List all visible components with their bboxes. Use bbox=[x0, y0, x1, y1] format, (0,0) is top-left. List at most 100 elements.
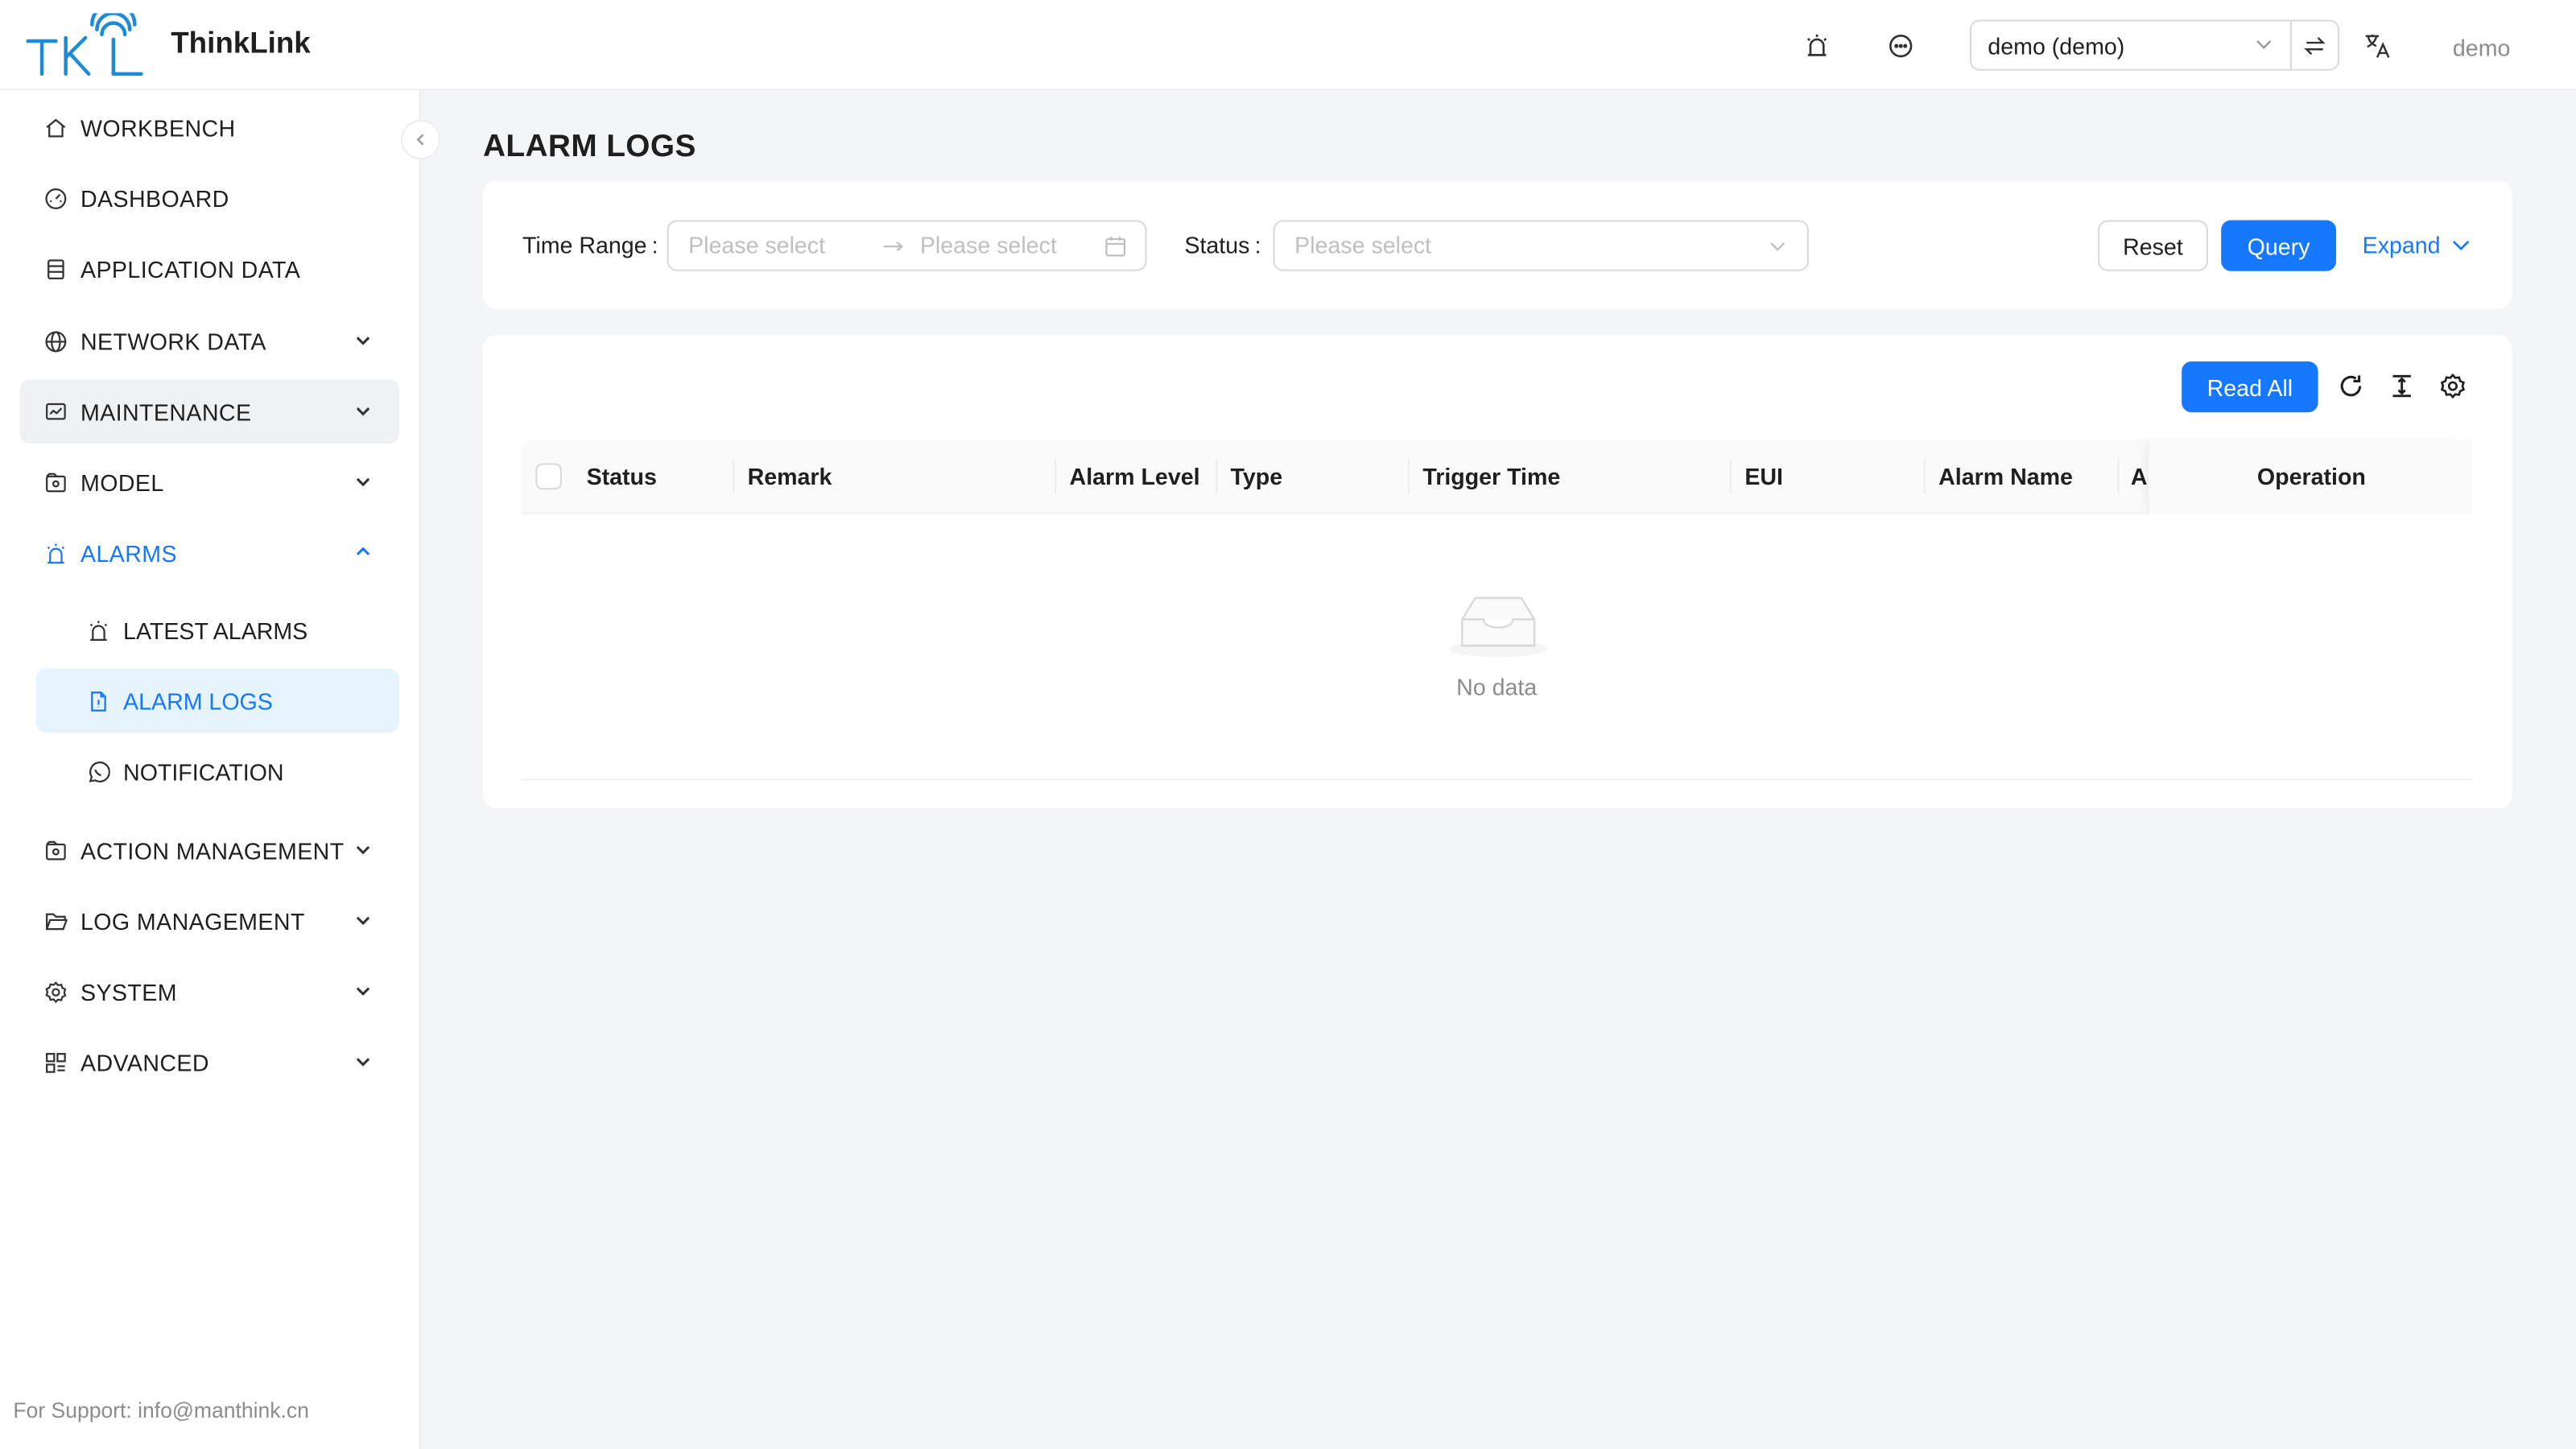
column-header-alarm-name[interactable]: Alarm Name bbox=[1938, 464, 2073, 490]
arrow-right-icon bbox=[883, 242, 904, 252]
reset-button[interactable]: Reset bbox=[2098, 220, 2208, 271]
column-height-icon[interactable] bbox=[2387, 371, 2417, 401]
translate-icon[interactable] bbox=[2361, 30, 2394, 63]
table-card: Read All Status Remark Alarm Level Type … bbox=[482, 335, 2512, 809]
page-title: ALARM LOGS bbox=[482, 130, 696, 165]
sidebar-subitem-latest-alarms[interactable]: LATEST ALARMS bbox=[36, 598, 399, 663]
read-all-button[interactable]: Read All bbox=[2182, 361, 2318, 413]
whatsapp-icon bbox=[87, 760, 110, 783]
column-divider bbox=[1729, 458, 1732, 495]
column-header-alarm-level[interactable]: Alarm Level bbox=[1070, 464, 1200, 490]
column-header-remark[interactable]: Remark bbox=[748, 464, 832, 490]
sidebar-item-label: ALARMS bbox=[80, 539, 177, 567]
sidebar-item-log-management[interactable]: LOG MANAGEMENT bbox=[19, 889, 398, 953]
chevron-down-icon bbox=[356, 987, 370, 996]
filter-card: Time Range: Please select Please select … bbox=[482, 180, 2512, 309]
sidebar-item-label: APPLICATION DATA bbox=[80, 255, 301, 282]
empty-inbox-icon bbox=[1448, 597, 1548, 658]
status-select[interactable]: Please select bbox=[1273, 220, 1809, 271]
sidebar-item-action-management[interactable]: ACTION MANAGEMENT bbox=[19, 818, 398, 882]
sidebar-item-label: LATEST ALARMS bbox=[123, 617, 308, 643]
column-header-trigger-time[interactable]: Trigger Time bbox=[1422, 464, 1560, 490]
alarm-icon bbox=[87, 618, 110, 642]
calendar-icon bbox=[1105, 236, 1126, 257]
column-header-status[interactable]: Status bbox=[587, 464, 657, 490]
sidebar-item-workbench[interactable]: WORKBENCH bbox=[19, 95, 398, 159]
expand-button[interactable]: Expand bbox=[2363, 232, 2472, 258]
file-icon bbox=[87, 689, 110, 712]
sidebar-item-application-data[interactable]: APPLICATION DATA bbox=[19, 237, 398, 301]
maintenance-icon bbox=[44, 400, 68, 423]
sidebar-item-label: WORKBENCH bbox=[80, 114, 236, 141]
sidebar-item-label: LOG MANAGEMENT bbox=[80, 907, 305, 935]
sidebar-item-system[interactable]: SYSTEM bbox=[19, 960, 398, 1024]
table-header: Status Remark Alarm Level Type Trigger T… bbox=[520, 438, 2473, 514]
support-text: For Support: info@manthink.cn bbox=[13, 1397, 309, 1423]
start-date-input[interactable]: Please select bbox=[688, 232, 825, 258]
column-header-eui[interactable]: EUI bbox=[1744, 464, 1783, 490]
switch-icon bbox=[2304, 36, 2326, 55]
column-divider bbox=[733, 458, 735, 495]
chevron-down-icon bbox=[356, 916, 370, 926]
sidebar-item-label: ADVANCED bbox=[80, 1049, 209, 1075]
chevron-down-icon bbox=[356, 1058, 370, 1067]
end-date-input[interactable]: Please select bbox=[920, 232, 1057, 258]
message-icon[interactable] bbox=[1885, 30, 1918, 63]
sidebar-item-label: NOTIFICATION bbox=[123, 758, 284, 785]
chevron-left-icon bbox=[416, 134, 424, 146]
sidebar: WORKBENCH DASHBOARD APPLICATION DATA NET… bbox=[0, 90, 421, 1449]
query-button[interactable]: Query bbox=[2221, 220, 2337, 271]
gear-icon bbox=[44, 980, 68, 1003]
database-icon bbox=[44, 257, 68, 280]
column-divider bbox=[2117, 458, 2120, 495]
sidebar-item-label: SYSTEM bbox=[80, 978, 177, 1005]
tenant-value: demo (demo) bbox=[1988, 31, 2125, 59]
sidebar-item-model[interactable]: MODEL bbox=[19, 450, 398, 514]
alarm-bell-icon[interactable] bbox=[1801, 30, 1834, 63]
select-all-checkbox[interactable] bbox=[535, 463, 562, 490]
sidebar-item-label: ALARM LOGS bbox=[123, 687, 273, 714]
operation-column-header: Operation bbox=[2147, 438, 2473, 514]
column-header-truncated[interactable]: Al bbox=[2131, 464, 2147, 490]
sidebar-subitem-notification[interactable]: NOTIFICATION bbox=[36, 739, 399, 803]
dashboard-icon bbox=[44, 187, 68, 210]
empty-state: No data bbox=[520, 514, 2473, 781]
switch-tenant-button[interactable] bbox=[2289, 19, 2340, 71]
column-divider bbox=[1216, 458, 1218, 495]
brand-name: ThinkLink bbox=[171, 26, 311, 60]
thinklink-logo bbox=[26, 13, 143, 76]
column-header-operation: Operation bbox=[2256, 463, 2366, 490]
sidebar-item-label: MAINTENANCE bbox=[80, 398, 252, 425]
top-header: ThinkLink demo (demo) demo bbox=[0, 0, 2576, 91]
user-name[interactable]: demo bbox=[2453, 35, 2510, 61]
folder-icon bbox=[44, 910, 68, 933]
home-icon bbox=[44, 116, 68, 139]
sidebar-item-dashboard[interactable]: DASHBOARD bbox=[19, 166, 398, 230]
empty-text: No data bbox=[1456, 673, 1538, 700]
status-placeholder: Please select bbox=[1294, 231, 1432, 258]
globe-icon bbox=[44, 329, 68, 353]
time-range-picker[interactable]: Please select Please select bbox=[667, 220, 1147, 271]
chevron-down-icon bbox=[356, 845, 370, 855]
app-root: ThinkLink demo (demo) demo WORKBENCH DAS… bbox=[0, 0, 2576, 1449]
collapse-sidebar-button[interactable] bbox=[400, 119, 440, 159]
column-header-type[interactable]: Type bbox=[1231, 464, 1283, 490]
sidebar-item-maintenance[interactable]: MAINTENANCE bbox=[19, 379, 399, 444]
sidebar-item-advanced[interactable]: ADVANCED bbox=[19, 1030, 398, 1095]
sidebar-item-label: ACTION MANAGEMENT bbox=[80, 836, 345, 864]
sidebar-subitem-alarm-logs[interactable]: ALARM LOGS bbox=[35, 668, 399, 733]
sidebar-item-alarms[interactable]: ALARMS bbox=[19, 521, 398, 585]
chevron-down-icon bbox=[2256, 40, 2272, 49]
tenant-select[interactable]: demo (demo) bbox=[1969, 19, 2292, 71]
column-divider bbox=[1055, 458, 1057, 495]
model-icon bbox=[44, 471, 68, 494]
sidebar-item-label: NETWORK DATA bbox=[80, 328, 266, 354]
time-range-label: Time Range: bbox=[522, 231, 658, 258]
sidebar-item-network-data[interactable]: NETWORK DATA bbox=[19, 309, 398, 374]
chevron-up-icon bbox=[356, 547, 370, 555]
column-divider bbox=[1923, 458, 1926, 495]
action-icon bbox=[44, 839, 68, 862]
refresh-icon[interactable] bbox=[2336, 371, 2366, 401]
chevron-down-icon bbox=[2453, 241, 2471, 251]
settings-icon[interactable] bbox=[2438, 371, 2468, 401]
